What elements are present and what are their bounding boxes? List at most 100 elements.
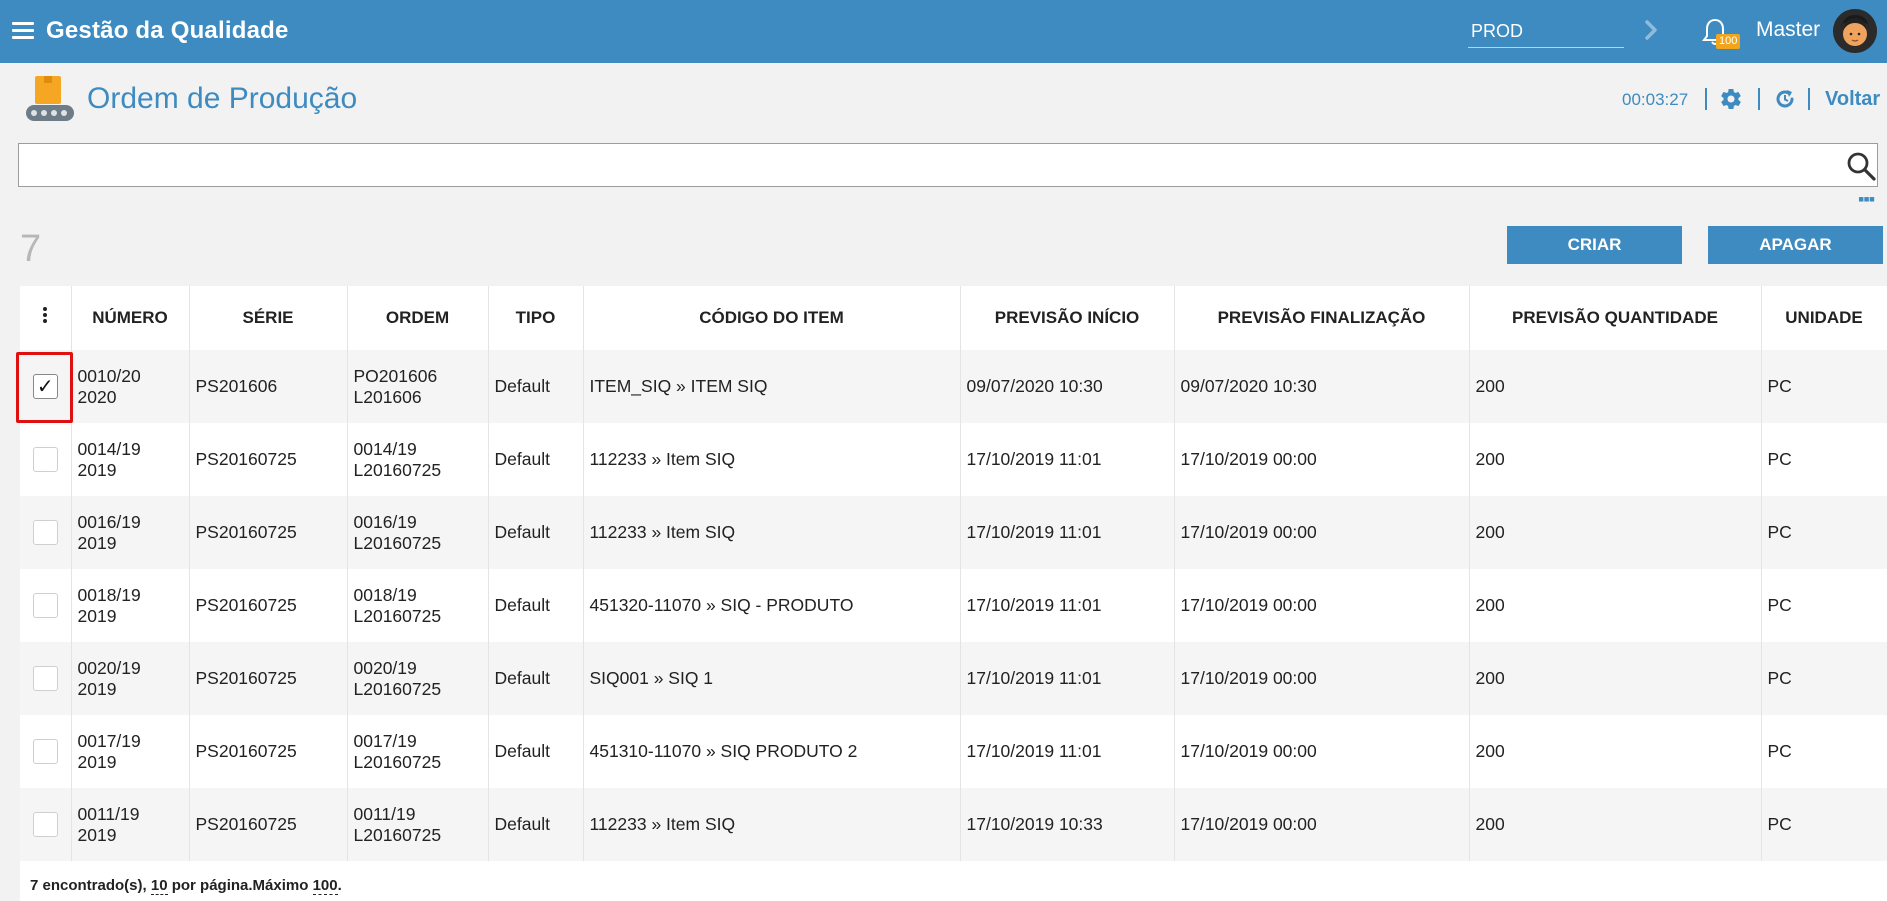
per-page-selector[interactable]: 10 xyxy=(150,877,168,895)
row-select-cell[interactable]: ✓ xyxy=(20,350,72,423)
ordem-line-1: PO201606 xyxy=(353,365,438,386)
pagination-info: 7 encontrado(s), 10 por página.Máximo 10… xyxy=(30,877,342,895)
row-select-cell[interactable] xyxy=(20,496,72,569)
search-icon[interactable] xyxy=(1845,150,1877,182)
cell-numero: 0010/20 2020 xyxy=(71,350,190,423)
column-header-unidade[interactable]: UNIDADE xyxy=(1761,286,1887,350)
cell-codigo-item: 451310-11070 » SIQ PRODUTO 2 xyxy=(583,715,961,788)
row-select-cell[interactable] xyxy=(20,642,72,715)
table-row[interactable]: 0018/19 2019 PS20160725 0018/19 L20160725 Def… xyxy=(20,569,1887,642)
table-row[interactable]: 0014/19 2019 PS20160725 0014/19 L20160725 Def… xyxy=(20,423,1887,496)
column-header-previsao-quantidade[interactable]: PREVISÃO QUANTIDADE xyxy=(1469,286,1762,350)
results-count: 7 xyxy=(20,228,42,270)
cell-ordem: 0011/19 L20160725 xyxy=(347,788,489,861)
cell-previsao-quantidade: 200 xyxy=(1469,496,1762,569)
row-checkbox[interactable] xyxy=(32,593,58,618)
ordem-line-1: 0014/19 xyxy=(353,438,417,459)
column-header-serie[interactable]: SÉRIE xyxy=(189,286,348,350)
cell-unidade: PC xyxy=(1761,423,1887,496)
create-button[interactable]: CRIAR xyxy=(1507,226,1682,264)
ordem-line-1: 0018/19 xyxy=(353,584,417,605)
numero-line-1: 0010/20 xyxy=(77,365,141,386)
cell-previsao-inicio: 17/10/2019 11:01 xyxy=(960,642,1175,715)
row-select-cell[interactable] xyxy=(20,423,72,496)
row-select-cell[interactable] xyxy=(20,788,72,861)
cell-codigo-item: 112233 » Item SIQ xyxy=(583,423,961,496)
row-checkbox[interactable] xyxy=(32,520,58,545)
cell-serie: PS20160725 xyxy=(189,423,348,496)
row-checkbox[interactable] xyxy=(32,812,58,837)
app-title: Gestão da Qualidade xyxy=(46,17,289,44)
column-header-codigo-item[interactable]: CÓDIGO DO ITEM xyxy=(583,286,961,350)
cell-serie: PS20160725 xyxy=(189,496,348,569)
column-header-previsao-finalizacao[interactable]: PREVISÃO FINALIZAÇÃO xyxy=(1174,286,1470,350)
cell-ordem: 0018/19 L20160725 xyxy=(347,569,489,642)
cell-previsao-inicio: 09/07/2020 10:30 xyxy=(960,350,1175,423)
cell-numero: 0016/19 2019 xyxy=(71,496,190,569)
table-row[interactable]: 0011/19 2019 PS20160725 0011/19 L20160725 Def… xyxy=(20,788,1887,861)
search-box xyxy=(18,143,1878,187)
table-row[interactable]: 0017/19 2019 PS20160725 0017/19 L20160725 Def… xyxy=(20,715,1887,788)
avatar[interactable] xyxy=(1833,9,1877,53)
user-name[interactable]: Master xyxy=(1756,18,1820,42)
cell-codigo-item: 451320-11070 » SIQ - PRODUTO xyxy=(583,569,961,642)
column-header-tipo[interactable]: TIPO xyxy=(488,286,584,350)
row-select-cell[interactable] xyxy=(20,569,72,642)
row-checkbox[interactable] xyxy=(32,666,58,691)
row-select-cell[interactable] xyxy=(20,715,72,788)
column-header-numero[interactable]: NÚMERO xyxy=(71,286,190,350)
row-checkbox[interactable] xyxy=(32,739,58,764)
chevron-right-icon[interactable] xyxy=(1640,16,1662,44)
cell-codigo-item: 112233 » Item SIQ xyxy=(583,788,961,861)
ordem-line-1: 0016/19 xyxy=(353,511,417,532)
cell-numero: 0014/19 2019 xyxy=(71,423,190,496)
refresh-icon[interactable] xyxy=(1773,87,1797,111)
cell-tipo: Default xyxy=(488,788,584,861)
table-row[interactable]: 0016/19 2019 PS20160725 0016/19 L20160725 Def… xyxy=(20,496,1887,569)
environment-select[interactable]: PROD xyxy=(1468,14,1624,48)
numero-line-2: 2019 xyxy=(77,751,117,772)
kebab-menu-icon[interactable] xyxy=(43,306,48,325)
ordem-line-2: L20160725 xyxy=(353,532,442,553)
table-row[interactable]: 0020/19 2019 PS20160725 0020/19 L20160725 Def… xyxy=(20,642,1887,715)
numero-line-1: 0016/19 xyxy=(77,511,141,532)
footer-end: . xyxy=(337,877,342,894)
cell-numero: 0020/19 2019 xyxy=(71,642,190,715)
ordem-line-2: L20160725 xyxy=(353,751,442,772)
cell-previsao-quantidade: 200 xyxy=(1469,423,1762,496)
cell-serie: PS201606 xyxy=(189,350,348,423)
cell-codigo-item: ITEM_SIQ » ITEM SIQ xyxy=(583,350,961,423)
cell-previsao-finalizacao: 17/10/2019 00:00 xyxy=(1174,788,1470,861)
cell-numero: 0018/19 2019 xyxy=(71,569,190,642)
orders-table: NÚMERO SÉRIE ORDEM TIPO CÓDIGO DO ITEM P… xyxy=(20,286,1887,901)
production-conveyor-icon xyxy=(26,76,74,121)
page-title: Ordem de Produção xyxy=(87,82,358,115)
ordem-line-2: L20160725 xyxy=(353,605,442,626)
user-avatar-icon xyxy=(1833,9,1877,53)
session-timer: 00:03:27 xyxy=(1622,90,1689,109)
column-header-ordem[interactable]: ORDEM xyxy=(347,286,489,350)
cell-tipo: Default xyxy=(488,423,584,496)
cell-codigo-item: 112233 » Item SIQ xyxy=(583,496,961,569)
table-row[interactable]: ✓ 0010/20 2020 PS201606 PO201606 L201606 Defau… xyxy=(20,350,1887,423)
found-count-text: 7 encontrado(s), xyxy=(30,877,147,894)
column-options[interactable] xyxy=(20,286,72,350)
hamburger-menu-icon[interactable] xyxy=(12,22,34,40)
column-header-previsao-inicio[interactable]: PREVISÃO INÍCIO xyxy=(960,286,1175,350)
cell-tipo: Default xyxy=(488,496,584,569)
delete-button[interactable]: APAGAR xyxy=(1708,226,1883,264)
row-checkbox[interactable] xyxy=(32,447,58,472)
search-input[interactable] xyxy=(25,148,1825,182)
row-checkbox[interactable]: ✓ xyxy=(32,374,58,399)
max-selector[interactable]: 100 xyxy=(312,877,338,895)
cell-ordem: PO201606 L201606 xyxy=(347,350,489,423)
ordem-line-2: L201606 xyxy=(353,386,422,407)
numero-line-2: 2019 xyxy=(77,678,117,699)
notification-badge: 100 xyxy=(1716,34,1741,49)
divider xyxy=(1758,88,1760,110)
ordem-line-1: 0011/19 xyxy=(353,803,416,824)
cell-previsao-finalizacao: 17/10/2019 00:00 xyxy=(1174,423,1470,496)
gear-icon[interactable] xyxy=(1719,87,1743,111)
more-options-icon[interactable]: ▪▪▪ xyxy=(1858,190,1875,208)
back-link[interactable]: Voltar xyxy=(1825,88,1880,111)
